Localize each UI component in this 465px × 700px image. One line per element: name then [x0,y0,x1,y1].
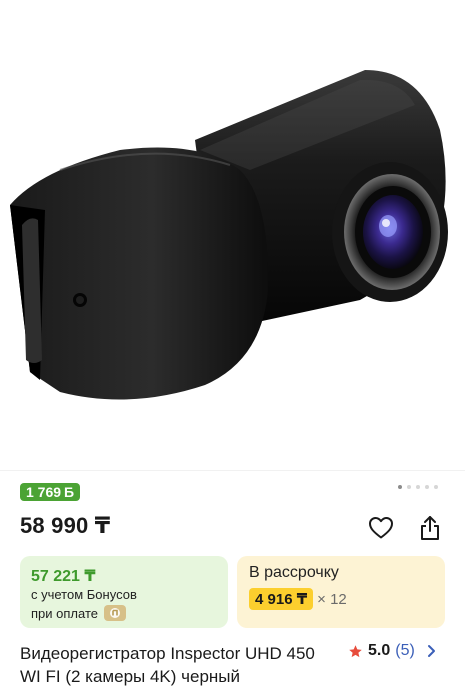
rating-score: 5.0 [368,642,391,659]
product-price: 58 990 ₸ [20,513,111,538]
product-title: Видеорегистратор Inspector UHD 450 WI FI… [20,644,315,686]
bonus-price-card[interactable]: 57 221 ₸ с учетом Бонусов при оплате [20,556,228,628]
pagination-dot[interactable] [434,485,438,489]
bonus-badge: 1 769 Б [20,483,81,501]
bonus-payment-label: при оплате [31,605,98,621]
rating-count: (5) [395,642,415,659]
section-divider [0,470,465,471]
installment-card[interactable]: В рассрочку 4 916 ₸ × 12 [237,556,445,628]
favorite-button[interactable] [366,513,396,543]
pagination-dot[interactable] [416,485,420,489]
star-icon [349,644,362,657]
bonus-amount: 1 769 [26,484,62,500]
bonus-payment-caption: при оплате [31,605,126,621]
bonus-price: 57 221 ₸ [31,568,96,585]
installment-row: 4 916 ₸ × 12 [249,588,347,610]
pagination-dot[interactable] [425,485,429,489]
rating-link[interactable]: 5.0 (5) [348,642,438,660]
installment-title: В рассрочку [249,564,339,581]
share-button[interactable] [415,513,445,543]
product-image [10,70,448,400]
bonus-price-caption: с учетом Бонусов [31,587,137,602]
installment-months: × 12 [317,590,347,608]
product-image-gallery[interactable] [0,0,465,470]
pagination-dot[interactable] [407,485,411,489]
bonus-coin-icon: Б [64,484,75,500]
heart-icon [369,517,393,539]
gallery-pagination [398,485,438,489]
payment-badge-icon [103,605,126,621]
installment-monthly: 4 916 ₸ [249,588,314,610]
chevron-right-icon [427,645,435,657]
pagination-dot[interactable] [398,485,402,489]
share-icon [421,516,439,540]
